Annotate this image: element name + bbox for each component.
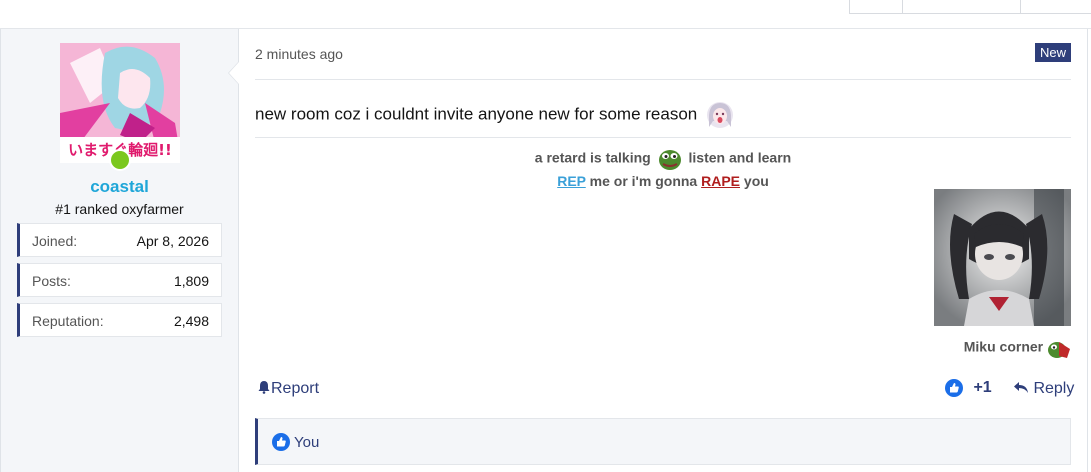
post-main: 2 minutes ago New new room coz i couldnt… (239, 29, 1087, 472)
signature-text: listen and learn (688, 149, 792, 166)
like-icon (945, 379, 963, 397)
pepe-emote-icon (658, 150, 681, 170)
reactions-bar: You (255, 418, 1071, 465)
post-arrow (228, 61, 239, 85)
online-status-indicator (109, 149, 131, 171)
reactions-list-link[interactable]: You (294, 434, 319, 451)
reply-button[interactable]: Reply (1013, 380, 1074, 398)
stat-joined: Joined: Apr 8, 2026 (17, 223, 222, 257)
signature-image[interactable] (934, 189, 1071, 326)
signature-link[interactable]: RAPE (701, 173, 740, 189)
avatar-image: いますぐ輪廻!! (60, 43, 180, 163)
message-divider (255, 137, 1071, 138)
bell-icon (258, 381, 270, 394)
stat-value: Apr 8, 2026 (136, 233, 209, 249)
new-badge: New (1034, 43, 1071, 62)
toolbar-segment-2[interactable] (902, 0, 1021, 14)
stat-label: Posts: (32, 273, 71, 289)
signature-caption: Miku corner (964, 336, 1071, 360)
forum-post: いますぐ輪廻!! coastal #1 ranked oxyfarmer Joi… (0, 29, 1088, 472)
stat-reputation: Reputation: 2,498 (17, 303, 222, 337)
rep-link[interactable]: REP (557, 173, 586, 189)
stat-value: 2,498 (173, 313, 209, 329)
report-label: Report (271, 380, 320, 397)
header-divider (255, 79, 1071, 80)
stat-label: Joined: (32, 233, 78, 249)
stat-value: 1,809 (173, 273, 209, 289)
like-button[interactable]: +1 (945, 379, 992, 397)
stat-label: Reputation: (32, 313, 104, 329)
post-timestamp[interactable]: 2 minutes ago (255, 46, 343, 62)
reply-arrow-icon (1014, 382, 1028, 393)
toolbar-segment-3[interactable] (1020, 0, 1091, 14)
signature-line-1: a retard is talking listen and learn (255, 147, 1071, 171)
like-reaction-icon (272, 433, 290, 451)
top-toolbar-strip (0, 0, 1091, 29)
username[interactable]: coastal (1, 177, 238, 197)
user-sidebar: いますぐ輪廻!! coastal #1 ranked oxyfarmer Joi… (1, 29, 239, 472)
avatar[interactable]: いますぐ輪廻!! (60, 43, 180, 163)
message-text: new room coz i couldnt invite anyone new… (255, 104, 698, 124)
pepe-emote-icon (1048, 342, 1070, 358)
caption-text: Miku corner (963, 338, 1044, 355)
user-title: #1 ranked oxyfarmer (55, 201, 184, 217)
anime-girl-emote-icon (706, 102, 733, 128)
reply-label: Reply (1033, 380, 1075, 397)
signature-text: a retard is talking (534, 149, 651, 166)
signature-line-2: REP me or i'm gonna RAPE you (255, 173, 1071, 189)
report-button[interactable]: Report (257, 380, 319, 398)
anime-girl-image (934, 189, 1071, 326)
signature-text: you (743, 173, 769, 189)
signature-text: me or i'm gonna (589, 173, 698, 189)
stat-posts: Posts: 1,809 (17, 263, 222, 297)
like-count-value: +1 (973, 379, 992, 397)
post-message: new room coz i couldnt invite anyone new… (255, 101, 734, 129)
toolbar-segment-1[interactable] (849, 0, 903, 14)
